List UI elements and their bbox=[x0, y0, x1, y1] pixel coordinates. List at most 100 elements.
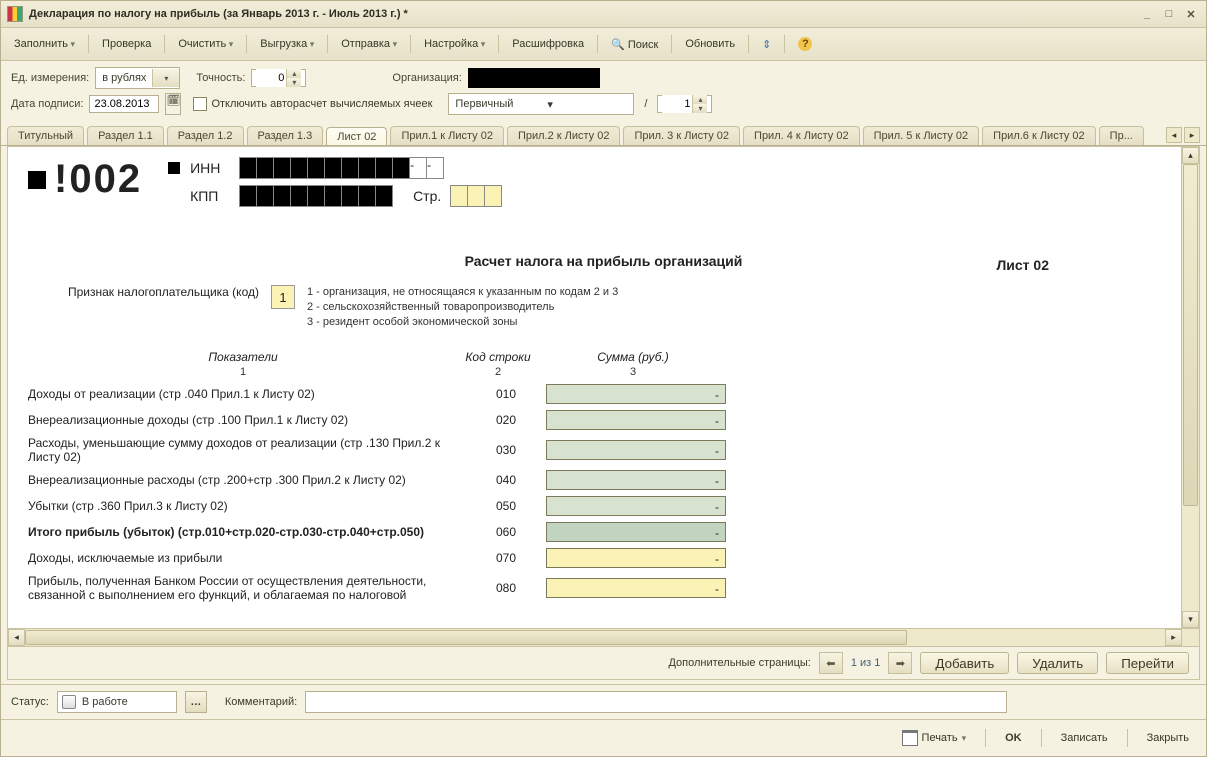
tab-раздел-1.3[interactable]: Раздел 1.3 bbox=[247, 126, 324, 145]
scroll-left-icon[interactable]: ◂ bbox=[8, 629, 25, 646]
spin-up-icon[interactable]: ▴ bbox=[692, 95, 707, 104]
spin-down-icon[interactable]: ▾ bbox=[692, 104, 707, 113]
row-code: 080 bbox=[466, 581, 546, 595]
organization-field[interactable] bbox=[468, 68, 600, 88]
tab-раздел-1.2[interactable]: Раздел 1.2 bbox=[167, 126, 244, 145]
settings-button[interactable]: Настройка bbox=[417, 35, 492, 53]
inn-label: ИНН bbox=[190, 160, 230, 176]
save-button[interactable]: Записать bbox=[1054, 729, 1115, 747]
scroll-down-icon[interactable]: ▾ bbox=[1182, 611, 1199, 628]
separator bbox=[246, 35, 247, 53]
checkbox-icon bbox=[193, 97, 207, 111]
precision-value[interactable] bbox=[256, 69, 286, 87]
kpp-label: КПП bbox=[190, 188, 230, 204]
vertical-scrollbar[interactable]: ▴ ▾ bbox=[1181, 147, 1199, 628]
expand-button[interactable]: ⇕ bbox=[755, 35, 778, 54]
maximize-button[interactable]: □ bbox=[1160, 5, 1178, 23]
correction-value[interactable] bbox=[662, 95, 692, 113]
doctype-select[interactable]: Первичный ▾ bbox=[448, 93, 634, 115]
tab-прил.6-к-листу-02[interactable]: Прил.6 к Листу 02 bbox=[982, 126, 1096, 145]
close-window-button[interactable]: ✕ bbox=[1182, 5, 1200, 23]
row-value-input[interactable]: - bbox=[546, 384, 726, 404]
pager-prev-button[interactable]: ⬅ bbox=[819, 652, 843, 674]
unit-select[interactable]: в рублях ▾ bbox=[95, 67, 180, 89]
refresh-button[interactable]: Обновить bbox=[678, 35, 742, 53]
tab-прил.1-к-листу-02[interactable]: Прил.1 к Листу 02 bbox=[390, 126, 504, 145]
col-linecode: Код строки bbox=[458, 350, 538, 364]
row-value-input[interactable]: - bbox=[546, 522, 726, 542]
chevron-down-icon: ▾ bbox=[152, 69, 179, 87]
tab-раздел-1.1[interactable]: Раздел 1.1 bbox=[87, 126, 164, 145]
tab-прил.2-к-листу-02[interactable]: Прил.2 к Листу 02 bbox=[507, 126, 621, 145]
export-button[interactable]: Выгрузка bbox=[253, 35, 321, 53]
fill-button[interactable]: Заполнить bbox=[7, 35, 82, 53]
tab-прил.-5-к-листу-02[interactable]: Прил. 5 к Листу 02 bbox=[863, 126, 980, 145]
status-icon bbox=[62, 695, 76, 709]
pager-next-button[interactable]: ➡ bbox=[888, 652, 912, 674]
tab-пр...[interactable]: Пр... bbox=[1099, 126, 1144, 145]
taxpayer-sign-input[interactable]: 1 bbox=[271, 285, 295, 309]
send-button[interactable]: Отправка bbox=[334, 35, 404, 53]
inn-cells[interactable]: -- bbox=[240, 157, 444, 179]
spin-down-icon[interactable]: ▾ bbox=[286, 78, 301, 87]
detail-button[interactable]: Расшифровка bbox=[505, 35, 591, 53]
legend-line: 1 - организация, не относящаяся к указан… bbox=[307, 285, 618, 300]
comment-input[interactable] bbox=[305, 691, 1007, 713]
separator bbox=[597, 35, 598, 53]
goto-page-button[interactable]: Перейти bbox=[1106, 652, 1189, 674]
add-page-button[interactable]: Добавить bbox=[920, 652, 1009, 674]
row-value-input[interactable]: - bbox=[546, 440, 726, 460]
separator bbox=[498, 35, 499, 53]
scroll-right-icon[interactable]: ▸ bbox=[1165, 629, 1182, 646]
help-button[interactable]: ? bbox=[791, 34, 819, 54]
search-button[interactable]: 🔍Поиск bbox=[604, 35, 665, 54]
check-button[interactable]: Проверка bbox=[95, 35, 158, 53]
print-label: Печать bbox=[922, 732, 958, 744]
precision-spinner[interactable]: ▴ ▾ bbox=[251, 69, 306, 87]
tab-титульный[interactable]: Титульный bbox=[7, 126, 84, 145]
tab-scroll-left-button[interactable]: ◂ bbox=[1166, 127, 1182, 143]
legend-line: 3 - резидент особой экономической зоны bbox=[307, 315, 618, 330]
minimize-button[interactable]: _ bbox=[1138, 5, 1156, 23]
scroll-thumb[interactable] bbox=[1183, 164, 1198, 506]
row-value-input[interactable]: - bbox=[546, 410, 726, 430]
delete-page-button[interactable]: Удалить bbox=[1017, 652, 1098, 674]
date-label: Дата подписи: bbox=[11, 98, 83, 110]
tab-прил.-3-к-листу-02[interactable]: Прил. 3 к Листу 02 bbox=[623, 126, 740, 145]
row-value-input[interactable]: - bbox=[546, 470, 726, 490]
date-input[interactable] bbox=[89, 95, 159, 113]
row-code: 020 bbox=[466, 413, 546, 427]
autocalc-label: Отключить авторасчет вычисляемых ячеек bbox=[211, 98, 432, 110]
table-row: Убытки (стр .360 Прил.3 к Листу 02)050- bbox=[28, 496, 1179, 516]
row-value-input[interactable]: - bbox=[546, 496, 726, 516]
status-field[interactable]: В работе bbox=[57, 691, 177, 713]
separator bbox=[410, 35, 411, 53]
close-button[interactable]: Закрыть bbox=[1140, 729, 1196, 747]
print-button[interactable]: Печать bbox=[895, 727, 974, 749]
row-code: 030 bbox=[466, 443, 546, 457]
status-picker-button[interactable]: … bbox=[185, 691, 207, 713]
kpp-cells[interactable] bbox=[240, 185, 393, 207]
row-value-input[interactable]: - bbox=[546, 548, 726, 568]
clear-button[interactable]: Очистить bbox=[171, 35, 240, 53]
tab-scroll-right-button[interactable]: ▸ bbox=[1184, 127, 1200, 143]
separator bbox=[1041, 729, 1042, 747]
row-code: 010 bbox=[466, 387, 546, 401]
row-value-input[interactable]: - bbox=[546, 578, 726, 598]
scroll-thumb[interactable] bbox=[25, 630, 907, 645]
table-row: Внереализационные доходы (стр .100 Прил.… bbox=[28, 410, 1179, 430]
search-label: Поиск bbox=[628, 39, 658, 51]
scroll-up-icon[interactable]: ▴ bbox=[1182, 147, 1199, 164]
ok-button[interactable]: OK bbox=[998, 729, 1029, 747]
horizontal-scrollbar[interactable]: ◂ ▸ bbox=[8, 628, 1182, 646]
app-icon bbox=[7, 6, 23, 22]
disable-autocalc-checkbox[interactable]: Отключить авторасчет вычисляемых ячеек bbox=[193, 97, 432, 111]
calendar-button[interactable]: 🗓 bbox=[165, 93, 181, 115]
tab-прил.-4-к-листу-02[interactable]: Прил. 4 к Листу 02 bbox=[743, 126, 860, 145]
tab-лист-02[interactable]: Лист 02 bbox=[326, 127, 387, 146]
spin-up-icon[interactable]: ▴ bbox=[286, 69, 301, 78]
page-cells[interactable] bbox=[451, 185, 502, 207]
tab-scroll-nav: ◂ ▸ bbox=[1166, 127, 1200, 145]
correction-number-spinner[interactable]: ▴ ▾ bbox=[657, 95, 712, 113]
row-code: 050 bbox=[466, 499, 546, 513]
